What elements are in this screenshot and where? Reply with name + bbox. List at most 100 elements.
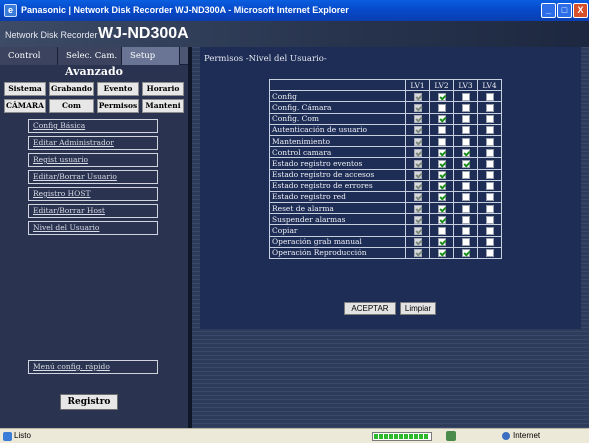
- permission-checkbox[interactable]: [485, 159, 494, 168]
- permission-checkbox[interactable]: [461, 126, 470, 135]
- permission-checkbox[interactable]: [461, 215, 470, 224]
- menu-editar-borrar-usuario[interactable]: Editar/Borrar Usuario: [28, 170, 158, 184]
- permission-checkbox[interactable]: [437, 159, 446, 168]
- permission-checkbox[interactable]: [485, 193, 494, 202]
- permission-label: Mantenimiento: [269, 134, 406, 148]
- permission-checkbox[interactable]: [485, 92, 494, 101]
- permission-checkbox[interactable]: [461, 193, 470, 202]
- permission-checkbox[interactable]: [485, 126, 494, 135]
- nav-grabando-button[interactable]: Grabando: [49, 82, 94, 96]
- menu-config-basica[interactable]: Config Básica: [28, 119, 158, 133]
- nav-com-button[interactable]: Com: [49, 99, 94, 113]
- nav-horario-button[interactable]: Horario: [142, 82, 184, 96]
- permission-checkbox[interactable]: [485, 204, 494, 213]
- permission-checkbox[interactable]: [461, 137, 470, 146]
- nav-sistema-button[interactable]: Sistema: [4, 82, 46, 96]
- nav-evento-button[interactable]: Evento: [97, 82, 139, 96]
- permission-cell: [429, 190, 454, 204]
- menu-editar-borrar-host[interactable]: Editar/Borrar Host: [28, 204, 158, 218]
- permission-checkbox[interactable]: [437, 103, 446, 112]
- permission-checkbox[interactable]: [437, 182, 446, 191]
- status-bar: Listo Internet: [0, 428, 589, 443]
- permission-checkbox[interactable]: [437, 115, 446, 124]
- permission-cell: [477, 123, 502, 136]
- nav-permisos-button[interactable]: Permisos: [97, 99, 139, 113]
- permission-cell: [477, 90, 502, 103]
- permission-checkbox[interactable]: [485, 137, 494, 146]
- permission-checkbox[interactable]: [461, 92, 470, 101]
- permission-checkbox[interactable]: [461, 227, 470, 236]
- tabs-row: Control Selec. Cam. Setup: [0, 47, 188, 65]
- menu-registro-host[interactable]: Registro HOST: [28, 187, 158, 201]
- permission-checkbox[interactable]: [461, 103, 470, 112]
- nav-manteni-button[interactable]: Manteni: [142, 99, 184, 113]
- permission-checkbox[interactable]: [437, 249, 446, 258]
- nav-camara-button[interactable]: CÁMARA: [4, 99, 46, 113]
- permission-checkbox[interactable]: [437, 171, 446, 180]
- close-button[interactable]: X: [573, 3, 588, 18]
- maximize-button[interactable]: □: [557, 3, 572, 18]
- permission-checkbox[interactable]: [437, 215, 446, 224]
- permission-checkbox[interactable]: [485, 103, 494, 112]
- permission-cell: [405, 101, 430, 114]
- permission-checkbox[interactable]: [461, 171, 470, 180]
- table-row: Config. Com: [269, 112, 502, 125]
- table-row: Config. Cámara: [269, 101, 502, 114]
- permission-cell: [405, 235, 430, 248]
- permission-checkbox[interactable]: [461, 182, 470, 191]
- registro-button[interactable]: Registro: [60, 394, 118, 410]
- permission-checkbox[interactable]: [461, 238, 470, 247]
- menu-nivel-usuario[interactable]: Nivel del Usuario: [28, 221, 158, 235]
- permission-checkbox[interactable]: [437, 137, 446, 146]
- clear-button[interactable]: Limpiar: [400, 302, 436, 315]
- menu-quick-config[interactable]: Menú config. rápido: [28, 360, 158, 374]
- tab-select-camera[interactable]: Selec. Cam.: [58, 47, 122, 65]
- page-icon: [3, 432, 12, 441]
- permission-checkbox[interactable]: [461, 148, 470, 157]
- permission-checkbox[interactable]: [485, 115, 494, 124]
- menu-regist-usuario[interactable]: Regist usuario: [28, 153, 158, 167]
- permission-checkbox[interactable]: [485, 171, 494, 180]
- permission-checkbox[interactable]: [485, 148, 494, 157]
- permission-checkbox[interactable]: [437, 204, 446, 213]
- minimize-button[interactable]: _: [541, 3, 556, 18]
- permission-cell: [429, 235, 454, 248]
- permission-checkbox[interactable]: [437, 92, 446, 101]
- permission-label: Operación Reproducción: [269, 246, 406, 260]
- permission-checkbox[interactable]: [437, 126, 446, 135]
- permission-cell: [405, 202, 430, 215]
- permission-checkbox[interactable]: [437, 238, 446, 247]
- permission-checkbox[interactable]: [437, 227, 446, 236]
- menu-editar-administrador[interactable]: Editar Administrador: [28, 136, 158, 150]
- permission-checkbox[interactable]: [461, 115, 470, 124]
- permission-checkbox[interactable]: [437, 148, 446, 157]
- permission-checkbox[interactable]: [461, 159, 470, 168]
- table-row: Estado registro eventos: [269, 157, 502, 170]
- permission-checkbox: [413, 115, 422, 124]
- permission-cell: [453, 213, 478, 226]
- permission-checkbox[interactable]: [485, 249, 494, 258]
- permission-checkbox[interactable]: [485, 238, 494, 247]
- tab-control[interactable]: Control: [0, 47, 58, 65]
- tab-setup[interactable]: Setup: [122, 47, 180, 65]
- permission-checkbox: [413, 126, 422, 135]
- permission-checkbox[interactable]: [461, 249, 470, 258]
- permission-cell: [477, 213, 502, 226]
- permission-cell: [429, 224, 454, 237]
- permission-checkbox[interactable]: [461, 204, 470, 213]
- table-row: Reset de alarma: [269, 202, 502, 215]
- permission-cell: [405, 168, 430, 181]
- permission-checkbox: [413, 204, 422, 213]
- permission-checkbox[interactable]: [485, 227, 494, 236]
- permission-cell: [405, 112, 430, 125]
- permission-checkbox[interactable]: [485, 182, 494, 191]
- table-row: Estado registro de errores: [269, 179, 502, 192]
- progress-fill: [374, 434, 430, 439]
- permission-cell: [477, 134, 502, 148]
- accept-button[interactable]: ACEPTAR: [344, 302, 396, 315]
- progress-bar: [372, 432, 432, 441]
- permission-checkbox[interactable]: [437, 193, 446, 202]
- permission-checkbox[interactable]: [485, 215, 494, 224]
- page-title: Permisos -Nivel del Usuario-: [204, 54, 327, 64]
- permission-cell: [453, 112, 478, 125]
